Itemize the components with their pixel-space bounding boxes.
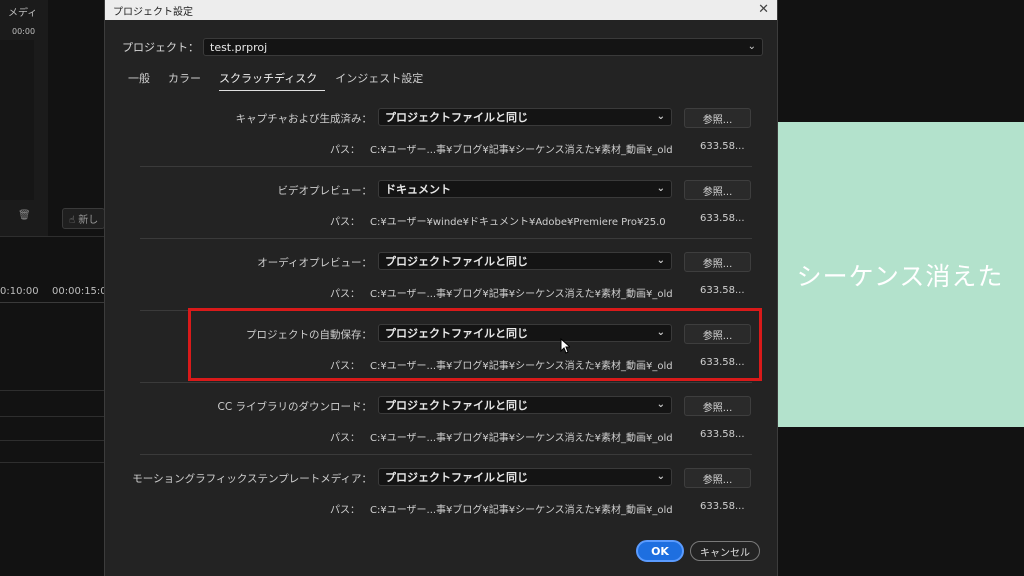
close-icon[interactable]: ✕ <box>758 0 769 20</box>
dialog-title: プロジェクト設定 <box>113 6 193 18</box>
path-value-video-preview: C:¥ユーザー¥winde¥ドキュメント¥Adobe¥Premiere Pro¥… <box>370 217 666 228</box>
row-divider <box>140 238 752 239</box>
project-select-value: test.prproj <box>210 40 268 54</box>
browse-button-video-preview[interactable]: 参照... <box>684 180 751 200</box>
browse-button-audio-preview[interactable]: 参照... <box>684 252 751 272</box>
timeline-tick-1: 0:10:00 <box>0 286 39 297</box>
browse-button-mogrt-media[interactable]: 参照... <box>684 468 751 488</box>
tab-scratch-disks[interactable]: スクラッチディスク <box>219 70 326 91</box>
select-capture[interactable]: プロジェクトファイルと同じ ⌄ <box>378 108 672 126</box>
ok-button[interactable]: OK <box>636 540 684 562</box>
path-label: パス： <box>330 145 360 156</box>
select-mogrt-media[interactable]: プロジェクトファイルと同じ ⌄ <box>378 468 672 486</box>
path-label: パス： <box>330 289 360 300</box>
tab-general[interactable]: 一般 <box>128 70 158 91</box>
disk-space-mogrt-media: 633.58... <box>700 501 745 512</box>
timecode-display: 00:00 <box>12 27 36 36</box>
preview-caption: シーケンス消えた <box>796 261 1004 291</box>
path-value-audio-preview: C:¥ユーザー...事¥ブログ¥記事¥シーケンス消えた¥素材_動画¥_old <box>370 289 673 300</box>
path-value-capture: C:¥ユーザー...事¥ブログ¥記事¥シーケンス消えた¥素材_動画¥_old <box>370 145 673 156</box>
track-line-1 <box>0 390 104 391</box>
track-line-2 <box>0 416 104 417</box>
row-divider <box>140 382 752 383</box>
select-video-preview-value: ドキュメント <box>385 183 451 196</box>
select-mogrt-media-value: プロジェクトファイルと同じ <box>385 471 528 484</box>
chevron-down-icon: ⌄ <box>656 111 665 122</box>
chevron-down-icon: ⌄ <box>656 399 665 410</box>
tab-ingest-settings[interactable]: インジェスト設定 <box>335 70 431 91</box>
track-line-4 <box>0 462 104 463</box>
track-line-3 <box>0 440 104 441</box>
disk-space-capture: 633.58... <box>700 141 745 152</box>
browse-button-cc-libraries[interactable]: 参照... <box>684 396 751 416</box>
browse-button-capture[interactable]: 参照... <box>684 108 751 128</box>
chevron-down-icon: ⌄ <box>747 41 756 52</box>
dialog-titlebar[interactable]: プロジェクト設定 ✕ <box>105 0 777 20</box>
timeline-tick-2: 00:00:15:0 <box>52 286 107 297</box>
select-cc-libraries[interactable]: プロジェクトファイルと同じ ⌄ <box>378 396 672 414</box>
media-list-area <box>0 40 34 200</box>
path-label: パス： <box>330 433 360 444</box>
chevron-down-icon: ⌄ <box>656 183 665 194</box>
settings-tabs: 一般 カラー スクラッチディスク インジェスト設定 <box>128 70 441 91</box>
select-audio-preview[interactable]: プロジェクトファイルと同じ ⌄ <box>378 252 672 270</box>
mouse-cursor-icon <box>560 338 570 354</box>
row-label-video-preview: ビデオプレビュー： <box>277 185 373 197</box>
row-label-audio-preview: オーディオプレビュー： <box>257 257 372 269</box>
cancel-button[interactable]: キャンセル <box>690 541 760 561</box>
hand-icon: ☝ <box>69 215 76 226</box>
highlight-box <box>188 308 762 381</box>
path-value-cc-libraries: C:¥ユーザー...事¥ブログ¥記事¥シーケンス消えた¥素材_動画¥_old <box>370 433 673 444</box>
row-label-mogrt-media: モーショングラフィックステンプレートメディア： <box>132 473 372 485</box>
disk-space-video-preview: 633.58... <box>700 213 745 224</box>
path-value-mogrt-media: C:¥ユーザー...事¥ブログ¥記事¥シーケンス消えた¥素材_動画¥_old <box>370 505 673 516</box>
new-item-button[interactable]: ☝ 新し <box>62 208 106 229</box>
media-column-header: メディ <box>8 8 38 19</box>
timeline-ruler <box>0 302 104 303</box>
tab-color[interactable]: カラー <box>168 70 209 91</box>
chevron-down-icon: ⌄ <box>656 471 665 482</box>
new-item-label: 新し <box>78 215 99 226</box>
project-select[interactable]: test.prproj ⌄ <box>203 38 763 56</box>
project-row: プロジェクト： test.prproj ⌄ <box>122 38 763 56</box>
select-cc-libraries-value: プロジェクトファイルと同じ <box>385 399 528 412</box>
row-label-capture: キャプチャおよび生成済み： <box>235 113 372 125</box>
program-monitor-preview: シーケンス消えた <box>776 122 1024 427</box>
trash-icon[interactable]: 🗑 <box>18 210 31 221</box>
path-label: パス： <box>330 505 360 516</box>
row-divider <box>140 454 752 455</box>
project-label: プロジェクト： <box>122 41 199 54</box>
select-video-preview[interactable]: ドキュメント ⌄ <box>378 180 672 198</box>
select-audio-preview-value: プロジェクトファイルと同じ <box>385 255 528 268</box>
path-label: パス： <box>330 217 360 228</box>
chevron-down-icon: ⌄ <box>656 255 665 266</box>
select-capture-value: プロジェクトファイルと同じ <box>385 111 528 124</box>
disk-space-audio-preview: 633.58... <box>700 285 745 296</box>
panel-divider <box>0 236 104 237</box>
row-label-cc-libraries: CC ライブラリのダウンロード： <box>217 401 372 413</box>
disk-space-cc-libraries: 633.58... <box>700 429 745 440</box>
row-divider <box>140 166 752 167</box>
